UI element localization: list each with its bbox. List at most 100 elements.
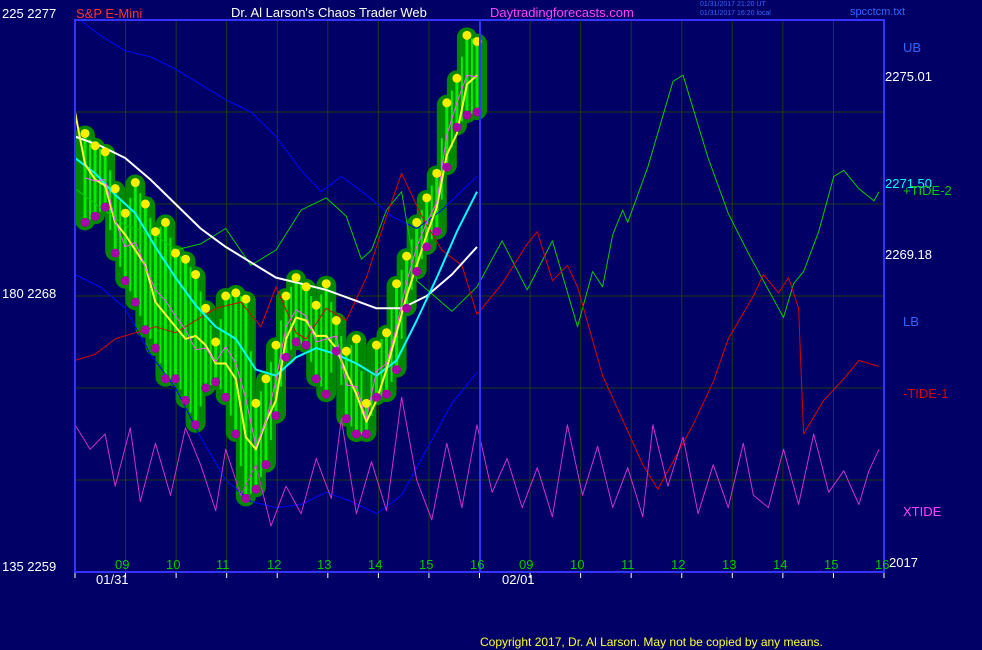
hour-label: 14	[368, 557, 383, 572]
high-marker	[412, 217, 422, 227]
timestamp-local: 01/31/2017 16:20 local	[700, 10, 771, 17]
high-marker	[251, 398, 261, 408]
low-marker	[191, 420, 201, 430]
high-marker	[442, 98, 452, 108]
high-marker	[80, 128, 90, 138]
high-marker	[100, 147, 110, 157]
high-marker	[110, 184, 120, 194]
hour-label: 10	[166, 557, 181, 572]
low-marker	[140, 325, 150, 335]
low-marker	[251, 484, 261, 494]
high-marker	[311, 300, 321, 310]
hour-label: 16	[875, 557, 890, 572]
low-marker	[231, 429, 241, 439]
low-marker	[261, 460, 271, 470]
hour-label: 15	[824, 557, 839, 572]
low-marker	[382, 389, 392, 399]
low-marker	[271, 411, 281, 421]
hour-label: 09	[115, 557, 130, 572]
low-marker	[361, 429, 371, 439]
high-marker	[120, 208, 130, 218]
hour-label: 12	[267, 557, 282, 572]
low-marker	[331, 346, 341, 356]
high-marker	[301, 282, 311, 292]
hour-label: 11	[621, 557, 635, 572]
high-marker	[422, 193, 432, 203]
low-marker	[321, 389, 331, 399]
high-marker	[140, 199, 150, 209]
slow-ema-value-label: 2269.18	[885, 247, 932, 262]
low-marker	[301, 340, 311, 350]
upper-band-label: UB	[903, 40, 922, 55]
low-marker	[221, 392, 231, 402]
high-marker	[211, 337, 221, 347]
low-marker	[211, 377, 221, 387]
low-marker	[110, 248, 120, 258]
low-marker	[351, 429, 361, 439]
instrument-label: S&P E-Mini	[76, 6, 143, 21]
high-marker	[261, 374, 271, 384]
high-marker	[281, 291, 291, 301]
high-marker	[221, 291, 231, 301]
high-marker	[90, 141, 100, 151]
year-label: 2017	[889, 555, 918, 570]
low-marker	[201, 383, 211, 393]
price-chart	[74, 19, 885, 578]
high-marker	[241, 294, 251, 304]
high-marker	[392, 279, 402, 289]
low-marker	[80, 217, 90, 227]
high-marker	[130, 178, 140, 188]
tide2-label: +TIDE-2	[903, 183, 952, 198]
site-title: Dr. Al Larson's Chaos Trader Web	[231, 5, 427, 20]
site-url: Daytradingforecasts.com	[490, 5, 634, 20]
hour-label: 11	[216, 557, 230, 572]
high-marker	[231, 288, 241, 298]
high-marker	[201, 303, 211, 313]
tide1-label: -TIDE-1	[903, 386, 949, 401]
copyright-notice: Copyright 2017, Dr. Al Larson. May not b…	[480, 635, 823, 649]
low-marker	[241, 493, 251, 503]
low-marker	[341, 414, 351, 424]
high-marker	[371, 340, 381, 350]
hour-label: 13	[722, 557, 737, 572]
hour-label: 10	[570, 557, 585, 572]
scale-top-label: 225 2277	[2, 6, 57, 21]
high-marker	[271, 340, 281, 350]
high-marker	[291, 273, 301, 283]
high-marker	[150, 227, 160, 237]
low-marker	[371, 392, 381, 402]
high-marker	[321, 279, 331, 289]
price-glow-layer	[75, 27, 487, 507]
hour-label: 13	[317, 557, 332, 572]
high-marker	[351, 334, 361, 344]
high-marker	[170, 248, 180, 258]
xtide-label: XTIDE	[903, 504, 942, 519]
low-marker	[90, 211, 100, 221]
high-marker	[191, 270, 201, 280]
low-marker	[462, 110, 472, 120]
low-marker	[160, 374, 170, 384]
timestamp-ut: 01/31/2017 21:20 UT	[700, 1, 766, 8]
low-marker	[150, 343, 160, 353]
hour-label: 15	[419, 557, 434, 572]
low-marker	[291, 337, 301, 347]
high-marker	[341, 346, 351, 356]
high-marker	[432, 168, 442, 178]
scale-bottom-label: 135 2259	[2, 559, 57, 574]
high-marker	[331, 316, 341, 326]
data-filename: spcctcm.txt	[850, 6, 906, 18]
low-marker	[170, 374, 180, 384]
hour-label: 16	[470, 557, 485, 572]
low-marker	[130, 297, 140, 307]
hour-label: 12	[671, 557, 686, 572]
high-marker	[402, 251, 412, 261]
date-label-day1: 01/31	[96, 572, 129, 587]
high-marker	[160, 217, 170, 227]
low-marker	[100, 202, 110, 212]
hour-label: 14	[773, 557, 788, 572]
low-marker	[392, 365, 402, 375]
low-marker	[402, 303, 412, 313]
lower-band-label: LB	[903, 314, 919, 329]
high-marker	[452, 73, 462, 83]
scale-mid-label: 180 2268	[2, 286, 57, 301]
